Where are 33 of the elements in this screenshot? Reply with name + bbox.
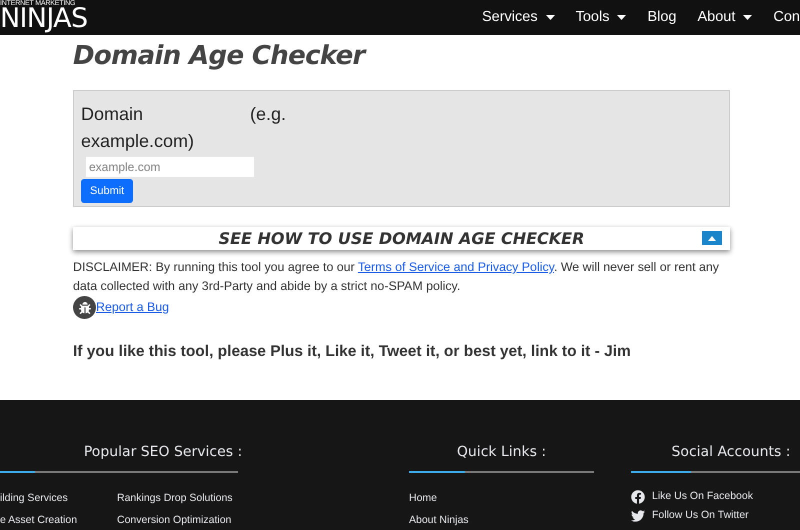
howto-bar[interactable]: SEE HOW TO USE DOMAIN AGE CHECKER [73,227,730,250]
footer-heading: Popular SEO Services : [84,443,242,462]
social-link[interactable]: Follow Us On Twitter [631,508,800,524]
twitter-bird-icon [631,508,645,523]
disclaimer-text: DISCLAIMER: By running this tool you agree to our Terms of Service and Privacy Policy. We will never sell or rent any data collected with any 3rd-Party and abide by a strict no-SPAM policy. [73,259,720,295]
footer-link[interactable]: Home [409,491,594,507]
caret-icon [743,15,752,20]
social-link[interactable]: Like Us On Facebook [631,489,800,505]
submit-button[interactable]: Submit [81,179,134,203]
footer-link[interactable]: About Ninjas [409,513,594,529]
nav-link[interactable]: About [697,6,752,28]
footer-link[interactable]: Conversion Optimization [117,513,238,529]
domain-input[interactable]: example.com [86,157,254,177]
domain-label: Domain (e.g. example.com) [81,103,286,153]
up-triangle-icon [708,236,716,240]
terms-link[interactable]: Terms of Service and Privacy Policy [358,260,554,274]
footer-link[interactable]: Rankings Drop Solutions [117,491,238,507]
cta-text: If you like this tool, please Plus it, Like it, Tweet it, or best yet, link to it - Jim [73,342,632,362]
nav-link[interactable]: Con [773,6,800,28]
report-bug-link[interactable]: Report a Bug [96,298,170,317]
nav-link[interactable]: Blog [647,6,676,28]
footer-heading: Social Accounts : [672,443,790,462]
footer-link[interactable]: ilding Services [0,491,119,507]
caret-icon [617,15,626,20]
page-title: Domain Age Checker [73,40,368,73]
toggle-button[interactable] [702,231,722,245]
facebook-icon [631,490,645,504]
footer-link[interactable]: e Asset Creation [0,513,119,529]
nav-link[interactable]: Tools [576,6,626,28]
caret-icon [546,15,555,20]
bug-icon [73,296,96,319]
nav-link[interactable]: Services [482,6,555,28]
footer-heading: Quick Links : [456,443,546,462]
